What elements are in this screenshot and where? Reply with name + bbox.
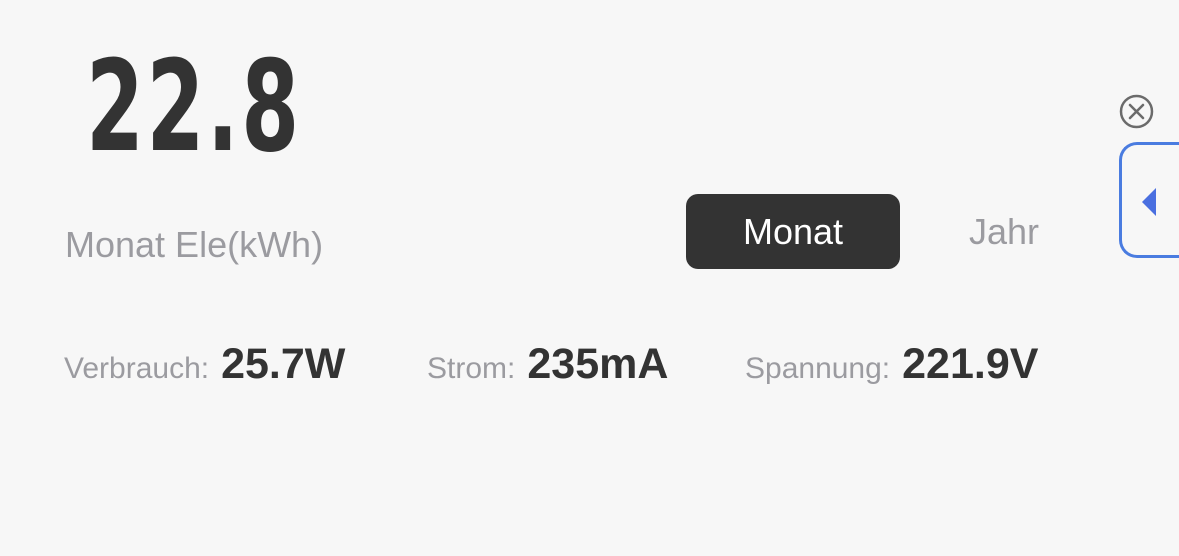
chevron-left-icon [1142,188,1156,216]
stat-current: Strom: 235mA [427,340,668,389]
stat-current-label: Strom: [427,352,516,385]
energy-summary-value: 22.8 [86,33,302,180]
stat-consumption: Verbrauch: 25.7W [64,340,345,389]
stats-row: Verbrauch: 25.7W Strom: 235mA Spannung: … [0,340,1179,400]
stat-voltage: Spannung: 221.9V [745,340,1038,389]
side-panel-tab[interactable] [1119,142,1179,258]
stat-voltage-value: 221.9V [902,340,1039,388]
period-toggle: Monat Jahr [686,194,1086,269]
period-option-monat[interactable]: Monat [686,194,900,269]
close-circle-icon[interactable] [1119,94,1154,129]
stat-consumption-value: 25.7W [221,340,346,388]
energy-summary-value-wrap: 22.8 [86,44,299,170]
period-option-jahr[interactable]: Jahr [934,194,1074,269]
stat-consumption-label: Verbrauch: [64,352,210,385]
stat-voltage-label: Spannung: [745,352,891,385]
stat-current-value: 235mA [527,340,669,388]
energy-unit-label: Monat Ele(kWh) [65,224,324,265]
